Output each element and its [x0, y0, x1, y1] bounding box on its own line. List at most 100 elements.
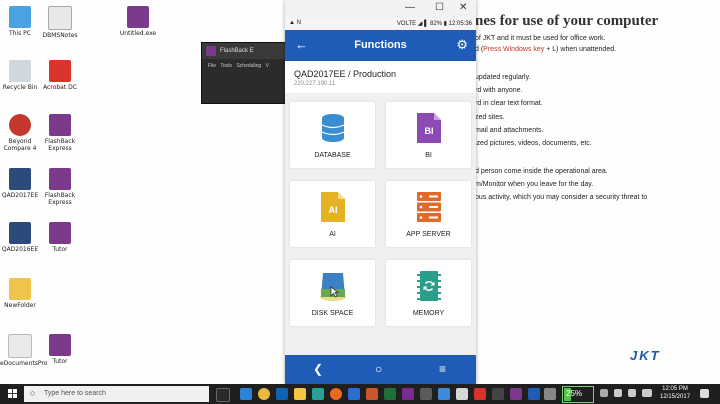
gear-icon[interactable]: ⚙: [456, 37, 468, 53]
tile-bi[interactable]: BI BI: [386, 102, 471, 168]
desktop-icon-untitled[interactable]: Untitled.exe: [118, 6, 158, 37]
wallpaper-line: rd with anyone.: [475, 87, 523, 94]
tile-app-server[interactable]: APP SERVER: [386, 181, 471, 247]
desktop-icon-label: Tutor: [52, 358, 68, 365]
wallpaper-line: ous activity, which you may consider a s…: [475, 194, 648, 201]
tile-label: DISK SPACE: [311, 310, 354, 317]
document-icon: [48, 6, 72, 30]
desktop-icon-this-pc[interactable]: This PC: [0, 6, 40, 37]
desktop-icon-qad2017[interactable]: QAD2017EE: [0, 168, 40, 199]
keyboard-icon[interactable]: [642, 389, 652, 397]
video-icon[interactable]: [492, 388, 504, 400]
desktop-icon-recycle-bin[interactable]: Recycle Bin: [0, 60, 40, 91]
edge-icon[interactable]: [240, 388, 252, 400]
tray-chevron-icon[interactable]: [600, 389, 608, 397]
wallpaper-line: updated regularly.: [475, 74, 531, 81]
menu-scheduling[interactable]: Scheduling: [236, 63, 261, 69]
menu-tools[interactable]: Tools: [220, 63, 232, 69]
terminal-icon[interactable]: [420, 388, 432, 400]
wifi-icon[interactable]: [614, 389, 622, 397]
network-icon[interactable]: [438, 388, 450, 400]
taskbar-search-placeholder: Type here to search: [44, 390, 106, 397]
nav-home-icon[interactable]: ○: [375, 362, 382, 376]
desktop-icon-label: Recycle Bin: [2, 84, 38, 91]
word-icon[interactable]: [348, 388, 360, 400]
desktop-icon-label: QAD2017EE: [1, 192, 39, 199]
desktop-icon-tutor-2[interactable]: Tutor: [40, 334, 80, 365]
firefox-icon[interactable]: [330, 388, 342, 400]
server-icon: [416, 192, 441, 222]
tile-ai[interactable]: AI AI: [290, 181, 375, 247]
jkt-logo: JKT: [630, 348, 661, 363]
disk-icon: [319, 273, 346, 301]
desktop-icon-label: DBMSNotes: [42, 32, 78, 39]
outlook-icon[interactable]: [276, 388, 288, 400]
emulator-titlebar[interactable]: — ☐ ✕: [285, 0, 476, 19]
battery-percent: 25%: [566, 389, 583, 398]
taskbar-search-box[interactable]: ○ Type here to search: [24, 386, 209, 402]
wallpaper-line: mail and attachments.: [475, 127, 544, 134]
recycle-bin-icon: [9, 60, 31, 82]
desktop-icon-flashback-2[interactable]: FlashBack Express: [40, 168, 80, 206]
computer-icon: [9, 6, 31, 28]
compare-icon: [9, 114, 31, 136]
desktop-icon-qad2016[interactable]: QAD2016EE: [0, 222, 40, 253]
menu-view[interactable]: V: [266, 63, 269, 69]
desktop-icon-newfolder[interactable]: NewFolder: [0, 278, 40, 309]
flashback-titlebar[interactable]: FlashBack E: [202, 43, 292, 59]
close-button[interactable]: ✕: [459, 2, 467, 13]
flashback-icon: [206, 46, 216, 56]
onenote-icon[interactable]: [402, 388, 414, 400]
task-view-icon[interactable]: [216, 388, 230, 402]
volume-icon[interactable]: [628, 389, 636, 397]
chrome-icon[interactable]: [258, 388, 270, 400]
ai-document-icon: AI: [320, 192, 345, 222]
desktop-icon-edocuments[interactable]: eDocumentsPro: [0, 334, 48, 367]
pdf-icon[interactable]: [474, 388, 486, 400]
windows-start-icon[interactable]: [8, 389, 17, 398]
desktop-icon-beyond-compare[interactable]: Beyond Compare 4: [0, 114, 40, 152]
notepad-icon[interactable]: [456, 388, 468, 400]
notifications-icon[interactable]: [700, 389, 709, 398]
flashback-icon: [49, 168, 71, 190]
emulator-icon[interactable]: [528, 388, 540, 400]
wallpaper-line: m/Monitor when you leave for the day.: [475, 181, 594, 188]
desktop-icon-dbmsnotes[interactable]: DBMSNotes: [40, 6, 80, 39]
nav-menu-icon[interactable]: ≡: [439, 362, 446, 376]
desktop-icon-label: This PC: [9, 30, 31, 37]
app-icon[interactable]: [544, 388, 556, 400]
desktop-icon-tutor-1[interactable]: Tutor: [40, 222, 80, 253]
flashback-icon[interactable]: [510, 388, 522, 400]
flashback-menubar: File Tools Scheduling V: [202, 59, 292, 73]
wallpaper-line: of JKT and it must be used for office wo…: [475, 35, 606, 42]
nav-back-icon[interactable]: ❮: [313, 362, 323, 376]
taskbar-clock[interactable]: 12:05 PM 12/15/2017: [660, 385, 690, 401]
flashback-icon: [49, 334, 71, 356]
desktop-icon-label: eDocumentsPro: [0, 360, 48, 367]
desktop-icon-label: FlashBack Express: [44, 138, 76, 152]
database-icon: [321, 114, 344, 142]
tile-label: AI: [329, 231, 336, 238]
desktop-icon-flashback-1[interactable]: FlashBack Express: [40, 114, 80, 152]
powerpoint-icon[interactable]: [366, 388, 378, 400]
flashback-window[interactable]: FlashBack E File Tools Scheduling V: [201, 42, 293, 104]
app-icon: [9, 168, 31, 190]
memory-chip-icon: [416, 271, 441, 301]
environment-ip: 220.227.190.11: [294, 81, 336, 87]
app-icon[interactable]: [312, 388, 324, 400]
desktop-icon-label: Tutor: [52, 246, 68, 253]
minimize-button[interactable]: —: [405, 2, 415, 13]
folder-icon: [9, 278, 31, 300]
tile-disk-space[interactable]: DISK SPACE: [290, 260, 375, 326]
maximize-button[interactable]: ☐: [435, 2, 444, 13]
desktop-icon-acrobat[interactable]: Acrobat DC: [40, 60, 80, 91]
tile-memory[interactable]: MEMORY: [386, 260, 471, 326]
flashback-icon: [49, 114, 71, 136]
tile-database[interactable]: DATABASE: [290, 102, 375, 168]
menu-file[interactable]: File: [208, 63, 216, 69]
excel-icon[interactable]: [384, 388, 396, 400]
file-explorer-icon[interactable]: [294, 388, 306, 400]
clock-time: 12:05 PM: [662, 386, 688, 392]
battery-meter[interactable]: 25%: [562, 386, 594, 403]
status-notifications: ▲ N: [289, 20, 301, 26]
